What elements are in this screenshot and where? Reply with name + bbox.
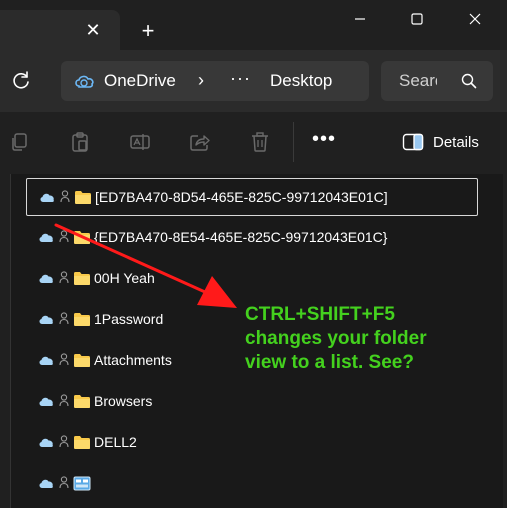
details-button-label[interactable]: Details	[433, 134, 479, 151]
folder-icon	[75, 191, 91, 204]
list-item[interactable]: DELL2	[26, 424, 478, 462]
folder-icon	[74, 395, 90, 408]
tab-close-icon[interactable]: ✕	[84, 21, 102, 39]
person-icon	[59, 435, 69, 448]
list-item[interactable]	[26, 465, 478, 503]
cloud-icon	[40, 193, 54, 202]
search-input[interactable]: Search	[399, 71, 437, 91]
control-panel-icon	[73, 476, 91, 491]
breadcrumb-chevron-icon[interactable]: ›	[198, 70, 204, 90]
active-tab[interactable]	[0, 10, 120, 50]
more-options-button[interactable]: •••	[312, 128, 336, 151]
command-divider	[293, 122, 294, 162]
annotation-text: CTRL+SHIFT+F5 changes your folder view t…	[245, 304, 427, 373]
close-icon[interactable]	[460, 8, 490, 30]
list-item[interactable]: [ED7BA470-8D54-465E-825C-99712043E01C]	[26, 178, 478, 216]
person-icon	[59, 476, 69, 489]
refresh-icon[interactable]	[10, 70, 32, 92]
copy-icon[interactable]	[9, 131, 31, 153]
search-icon[interactable]	[460, 72, 478, 90]
breadcrumb-overflow-button[interactable]: ···	[230, 68, 251, 89]
file-name: {ED7BA470-8E54-465E-825C-99712043E01C}	[94, 229, 388, 245]
breadcrumb-desktop[interactable]: Desktop	[270, 71, 332, 91]
person-icon	[60, 190, 70, 203]
file-name: [ED7BA470-8D54-465E-825C-99712043E01C]	[95, 189, 388, 205]
folder-icon	[74, 436, 90, 449]
delete-icon[interactable]	[249, 131, 271, 153]
file-name: Attachments	[94, 352, 172, 368]
pane-splitter[interactable]	[10, 174, 11, 508]
paste-icon[interactable]	[69, 131, 91, 153]
list-item[interactable]: {ED7BA470-8E54-465E-825C-99712043E01C}	[26, 219, 478, 257]
cloud-icon	[39, 356, 53, 365]
cloud-icon	[39, 233, 53, 242]
onedrive-icon	[75, 75, 94, 88]
scrollbar[interactable]	[503, 174, 507, 508]
cloud-icon	[39, 274, 53, 283]
navigation-pane-edge	[0, 174, 10, 508]
person-icon	[59, 230, 69, 243]
person-icon	[59, 394, 69, 407]
file-name: 00H Yeah	[94, 270, 155, 286]
person-icon	[59, 271, 69, 284]
folder-icon	[74, 231, 90, 244]
person-icon	[59, 312, 69, 325]
list-item[interactable]: Browsers	[26, 383, 478, 421]
rename-icon[interactable]	[129, 131, 151, 153]
person-icon	[59, 353, 69, 366]
file-name: DELL2	[94, 434, 137, 450]
cloud-icon	[39, 397, 53, 406]
file-name: Browsers	[94, 393, 153, 409]
folder-icon	[74, 272, 90, 285]
new-tab-icon[interactable]: +	[138, 20, 158, 42]
file-name: 1Password	[94, 311, 164, 327]
share-icon[interactable]	[189, 131, 211, 153]
list-item[interactable]: 00H Yeah	[26, 260, 478, 298]
cloud-icon	[39, 315, 53, 324]
details-pane-icon[interactable]	[402, 133, 424, 151]
cloud-icon	[39, 438, 53, 447]
breadcrumb-onedrive[interactable]: OneDrive	[104, 71, 176, 91]
folder-icon	[74, 354, 90, 367]
cloud-icon	[39, 479, 53, 488]
folder-icon	[74, 313, 90, 326]
minimize-icon[interactable]	[345, 8, 375, 30]
maximize-icon[interactable]	[402, 8, 432, 30]
